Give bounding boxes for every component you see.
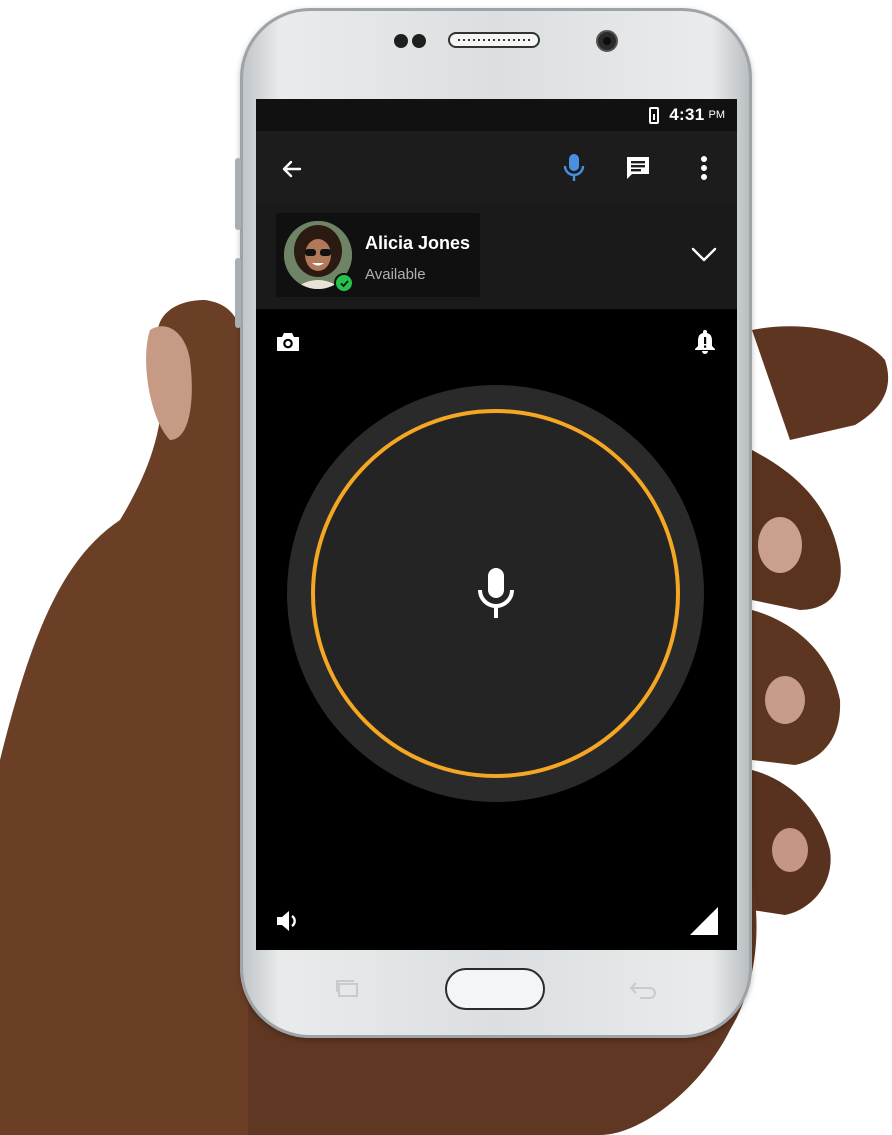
chat-button[interactable] <box>621 151 655 185</box>
sensor <box>394 34 408 48</box>
back-icon <box>629 982 656 999</box>
overflow-menu-button[interactable] <box>690 151 718 185</box>
more-vert-icon <box>701 156 707 180</box>
presence-check-icon <box>334 273 354 293</box>
recents-key[interactable] <box>334 978 360 998</box>
signal-icon <box>690 907 718 935</box>
ptt-button[interactable] <box>287 385 704 802</box>
app-bar <box>256 131 737 205</box>
back-button[interactable] <box>276 153 308 185</box>
camera-button[interactable] <box>274 329 302 355</box>
microphone-icon <box>563 154 585 181</box>
sensor <box>412 34 426 48</box>
volume-button <box>235 158 241 230</box>
phone-screen: 4:31 PM Alicia Jones Available <box>256 99 737 950</box>
microphone-icon <box>478 568 514 618</box>
status-time: 4:31 <box>669 105 705 124</box>
chevron-down-icon <box>691 247 717 262</box>
chat-icon <box>627 157 649 179</box>
front-camera <box>596 30 618 52</box>
earpiece <box>448 32 540 48</box>
mic-button[interactable] <box>558 151 590 185</box>
expand-contact-button[interactable] <box>688 241 720 269</box>
back-key[interactable] <box>628 978 658 1000</box>
battery-icon <box>649 106 660 124</box>
ptt-mic <box>475 565 517 621</box>
signal-indicator <box>688 905 720 937</box>
alert-button[interactable] <box>692 327 718 357</box>
recents-icon <box>336 980 358 997</box>
speaker-button[interactable] <box>274 907 302 935</box>
home-button[interactable] <box>445 968 545 1010</box>
power-button <box>235 258 241 328</box>
contact-status: Available <box>365 266 426 283</box>
alert-bell-icon <box>695 330 715 354</box>
contact-bar: Alicia Jones Available <box>256 205 737 309</box>
status-ampm: PM <box>708 109 726 121</box>
status-bar: 4:31 PM <box>256 99 737 131</box>
contact-card[interactable]: Alicia Jones Available <box>276 213 480 297</box>
arrow-left-icon <box>282 160 302 178</box>
contact-name: Alicia Jones <box>365 233 471 253</box>
speaker-icon <box>277 911 296 931</box>
camera-icon <box>277 333 299 351</box>
